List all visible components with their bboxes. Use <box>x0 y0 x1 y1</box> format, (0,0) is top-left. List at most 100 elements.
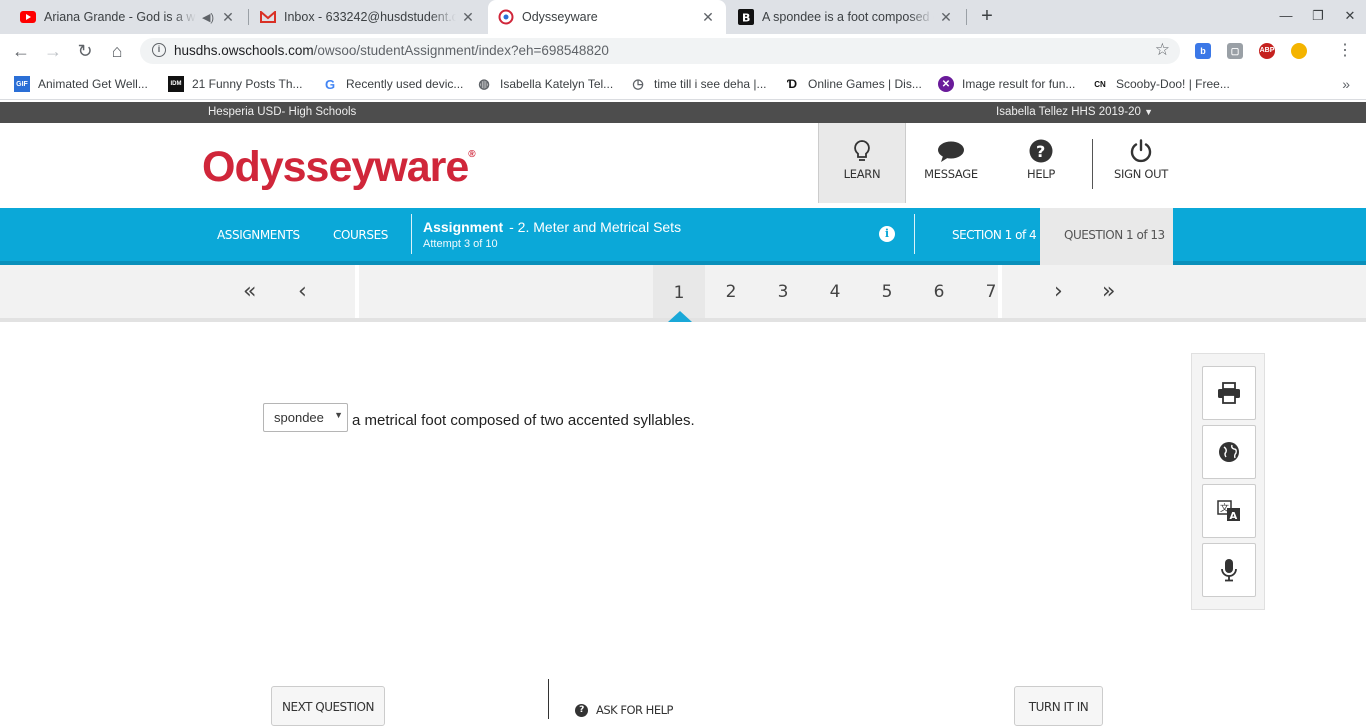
globe-button[interactable] <box>1202 425 1256 479</box>
assignments-link[interactable]: ASSIGNMENTS <box>217 228 300 242</box>
selected-answer: spondee <box>274 410 324 425</box>
bookmark-label: Online Games | Dis... <box>808 77 922 91</box>
bookmark-label: Scooby-Doo! | Free... <box>1116 77 1230 91</box>
close-window-icon[interactable]: ✕ <box>1340 6 1360 26</box>
bar-divider <box>914 214 915 254</box>
user-menu[interactable]: Isabella Tellez HHS 2019-20 ▼ <box>996 106 1153 118</box>
ask-for-help-label: ASK FOR HELP <box>596 703 673 717</box>
nav-label: HELP <box>1026 167 1056 181</box>
page-number[interactable]: 5 <box>872 282 902 302</box>
new-tab-button[interactable]: + <box>976 5 998 27</box>
bookmark-label: Recently used devic... <box>346 77 464 91</box>
minimize-window-icon[interactable]: — <box>1276 6 1296 26</box>
clock-icon: ◷ <box>632 76 644 91</box>
answer-dropdown[interactable]: spondee ▼ <box>263 403 348 432</box>
previous-page-icon[interactable]: ‹ <box>298 279 307 304</box>
browser-tab-odysseyware[interactable]: Odysseyware ✕ <box>488 0 726 34</box>
url-text: husdhs.owschools.com/owsoo/studentAssign… <box>174 43 609 58</box>
nav-message[interactable]: MESSAGE <box>908 123 994 203</box>
bookmark-item[interactable]: Ɗ Online Games | Dis... <box>784 76 922 92</box>
microphone-button[interactable] <box>1202 543 1256 597</box>
print-icon <box>1218 382 1240 404</box>
translate-icon: 文A <box>1217 500 1240 522</box>
bookmark-label: Image result for fun... <box>962 77 1076 91</box>
google-icon: G <box>324 76 336 92</box>
question-indicator[interactable]: QUESTION 1 of 13 <box>1040 208 1173 265</box>
back-arrow-icon[interactable]: ← <box>10 40 32 62</box>
last-page-icon[interactable]: » <box>1102 279 1115 304</box>
dropdown-arrow-icon: ▼ <box>334 410 343 420</box>
color-extension-icon[interactable] <box>1291 43 1307 59</box>
bookmark-item[interactable]: CN Scooby-Doo! | Free... <box>1092 76 1230 92</box>
browser-toolbar: ← → ↻ ⌂ i husdhs.owschools.com/owsoo/stu… <box>0 34 1366 68</box>
extension-icon[interactable]: ▢ <box>1227 43 1243 59</box>
browser-tab-spondee[interactable]: B A spondee is a foot composed of ✕ <box>728 0 964 34</box>
site-top-bar: Hesperia USD- High Schools Isabella Tell… <box>0 102 1366 123</box>
translate-button[interactable]: 文A <box>1202 484 1256 538</box>
turn-it-in-button[interactable]: TURN IT IN <box>1014 686 1103 726</box>
ask-for-help-button[interactable]: ? ASK FOR HELP <box>575 703 673 717</box>
bookmark-item[interactable]: ◷ time till i see deha |... <box>630 76 767 92</box>
tab-title: Inbox - 633242@husdstudent.com <box>284 10 456 24</box>
page-number[interactable]: 2 <box>716 282 746 302</box>
forward-arrow-icon[interactable]: → <box>42 40 64 62</box>
bookmark-item[interactable]: IDM 21 Funny Posts Th... <box>168 76 303 92</box>
bookmark-item[interactable]: GIF Animated Get Well... <box>14 76 148 92</box>
bookmark-label: 21 Funny Posts Th... <box>192 77 303 91</box>
browser-tab-strip: Ariana Grande - God is a woman ◀) ✕ Inbo… <box>0 0 1366 34</box>
nav-help[interactable]: ? HELP <box>998 123 1084 203</box>
bookmarks-overflow-icon[interactable]: » <box>1342 76 1350 92</box>
x-circle-icon: ✕ <box>938 76 954 92</box>
close-tab-icon[interactable]: ✕ <box>220 9 236 26</box>
odysseyware-favicon-icon <box>498 9 514 25</box>
page-number[interactable]: 3 <box>768 282 798 302</box>
browser-tab-youtube[interactable]: Ariana Grande - God is a woman ◀) ✕ <box>10 0 246 34</box>
page-number[interactable]: 6 <box>924 282 954 302</box>
speaker-icon[interactable]: ◀) <box>200 11 216 24</box>
bookmark-item[interactable]: ◍ Isabella Katelyn Tel... <box>476 76 613 92</box>
courses-link[interactable]: COURSES <box>333 228 388 242</box>
pager-gap <box>355 265 359 318</box>
globe-icon <box>1219 442 1239 462</box>
bing-extension-icon[interactable]: b <box>1195 43 1211 59</box>
chrome-menu-icon[interactable]: ⋮ <box>1334 40 1356 62</box>
power-icon <box>1096 123 1186 167</box>
microphone-icon <box>1221 559 1237 582</box>
globe-icon: ◍ <box>478 76 490 91</box>
address-bar[interactable]: i husdhs.owschools.com/owsoo/studentAssi… <box>140 38 1180 64</box>
restore-window-icon[interactable]: ❐ <box>1308 6 1328 26</box>
page-number[interactable]: 7 <box>976 282 1006 302</box>
idm-icon: IDM <box>168 76 184 92</box>
nav-label: LEARN <box>843 167 881 181</box>
bookmark-item[interactable]: ✕ Image result for fun... <box>938 76 1075 92</box>
print-button[interactable] <box>1202 366 1256 420</box>
nav-sign-out[interactable]: SIGN OUT <box>1096 123 1186 203</box>
info-icon[interactable]: i <box>879 226 895 242</box>
adblock-plus-icon[interactable]: ABP <box>1259 43 1275 59</box>
tool-panel: 文A <box>1191 353 1265 610</box>
next-question-button[interactable]: NEXT QUESTION <box>271 686 385 726</box>
close-tab-icon[interactable]: ✕ <box>700 9 716 26</box>
bold-b-icon: B <box>738 9 754 25</box>
close-tab-icon[interactable]: ✕ <box>938 9 954 26</box>
bookmark-label: time till i see deha |... <box>654 77 767 91</box>
bookmark-star-icon[interactable]: ☆ <box>1155 40 1170 60</box>
first-page-icon[interactable]: « <box>243 279 256 304</box>
browser-tab-gmail[interactable]: Inbox - 633242@husdstudent.com ✕ <box>250 0 486 34</box>
nav-learn[interactable]: LEARN <box>818 123 906 203</box>
bookmark-item[interactable]: G Recently used devic... <box>322 76 463 92</box>
disney-icon: Ɗ <box>786 77 798 91</box>
site-info-icon[interactable]: i <box>152 43 166 57</box>
odysseyware-logo[interactable]: Odysseyware® <box>202 143 476 192</box>
page-number[interactable]: 4 <box>820 282 850 302</box>
section-indicator[interactable]: SECTION 1 of 4 <box>952 228 1037 242</box>
close-tab-icon[interactable]: ✕ <box>460 9 476 26</box>
bottom-divider <box>548 679 549 719</box>
cn-icon: CN <box>1094 79 1106 89</box>
next-page-icon[interactable]: › <box>1054 279 1063 304</box>
reload-icon[interactable]: ↻ <box>74 40 96 62</box>
home-icon[interactable]: ⌂ <box>106 40 128 62</box>
attempt-count: Attempt 3 of 10 <box>423 238 498 250</box>
header-divider <box>1092 139 1093 189</box>
tab-title: Odysseyware <box>522 10 598 24</box>
